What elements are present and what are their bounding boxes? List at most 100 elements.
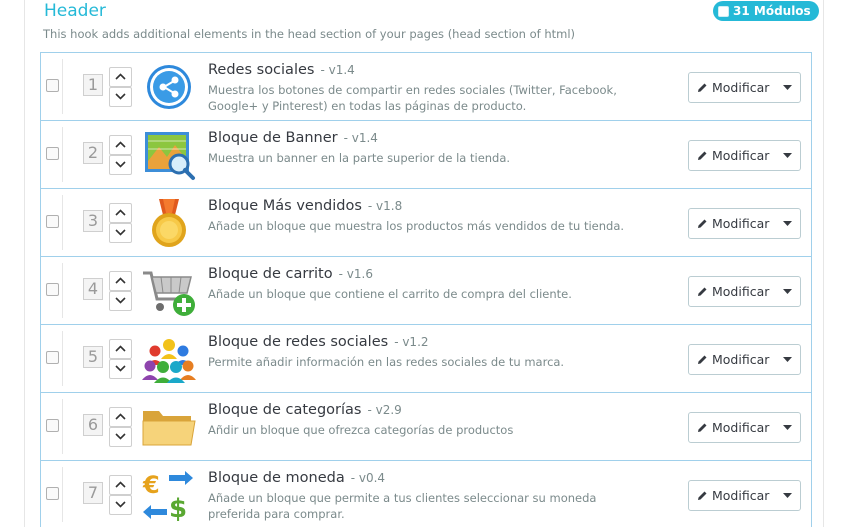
move-down-button[interactable] — [109, 87, 132, 107]
position-number: 6 — [83, 414, 103, 436]
move-down-button[interactable] — [109, 155, 132, 175]
module-checkbox[interactable] — [46, 283, 59, 296]
banner-icon — [145, 132, 195, 180]
folder-icon — [142, 411, 196, 446]
chevron-up-icon — [115, 481, 126, 488]
module-checkbox[interactable] — [46, 487, 59, 500]
chevron-up-icon — [115, 209, 126, 216]
module-checkbox[interactable] — [46, 79, 59, 92]
position-number: 7 — [83, 482, 103, 504]
modify-label: Modificar — [712, 352, 770, 367]
divider — [62, 59, 63, 114]
modify-button[interactable]: Modificar — [688, 412, 801, 443]
chevron-up-icon — [115, 413, 126, 420]
divider — [62, 195, 63, 250]
modify-main[interactable]: Modificar — [689, 284, 774, 299]
cart-icon — [143, 271, 195, 316]
module-name-text: Bloque de moneda — [208, 470, 345, 486]
module-version: - v1.6 — [338, 267, 373, 281]
modify-label: Modificar — [712, 488, 770, 503]
pencil-icon — [698, 83, 707, 92]
module-checkbox[interactable] — [46, 215, 59, 228]
module-checkbox[interactable] — [46, 419, 59, 432]
dropdown-toggle[interactable] — [774, 221, 800, 226]
module-row: 4 Bloque de carrito - v1.6 Añade un bloqu… — [41, 257, 811, 325]
module-name: Bloque de carrito - v1.6 — [208, 266, 373, 282]
pencil-icon — [698, 491, 707, 500]
move-down-button[interactable] — [109, 495, 132, 515]
position-number: 5 — [83, 346, 103, 368]
move-down-button[interactable] — [109, 223, 132, 243]
select-all-checkbox[interactable] — [718, 5, 729, 17]
module-name-text: Redes sociales — [208, 62, 315, 78]
move-down-button[interactable] — [109, 291, 132, 311]
pencil-icon — [698, 219, 707, 228]
modify-main[interactable]: Modificar — [689, 488, 774, 503]
dropdown-toggle[interactable] — [774, 289, 800, 294]
module-row: 5 Bloque de redes sociales - v1.2 Permite… — [41, 325, 811, 393]
hook-title: Header — [44, 1, 106, 21]
dropdown-toggle[interactable] — [774, 153, 800, 158]
modify-button[interactable]: Modificar — [688, 480, 801, 511]
chevron-down-icon — [115, 433, 126, 440]
currency-icon: € $ — [142, 471, 193, 521]
move-up-button[interactable] — [109, 135, 132, 155]
module-description: Añade un bloque que permite a tus client… — [208, 491, 597, 521]
module-name: Bloque de moneda - v0.4 — [208, 470, 385, 486]
modify-main[interactable]: Modificar — [689, 148, 774, 163]
module-description: Añade un bloque que contiene el carrito … — [208, 287, 572, 301]
move-down-button[interactable] — [109, 359, 132, 379]
module-name: Bloque Más vendidos - v1.8 — [208, 198, 402, 214]
modify-button[interactable]: Modificar — [688, 72, 801, 103]
move-up-button[interactable] — [109, 339, 132, 359]
modify-main[interactable]: Modificar — [689, 420, 774, 435]
module-version: - v2.9 — [367, 403, 402, 417]
module-row: 3 Bloque Más vendidos - v1.8 Añade un blo… — [41, 189, 811, 257]
people-icon — [142, 339, 196, 383]
module-name: Bloque de Banner - v1.4 — [208, 130, 378, 146]
module-name: Redes sociales - v1.4 — [208, 62, 355, 78]
dropdown-toggle[interactable] — [774, 357, 800, 362]
caret-down-icon — [782, 153, 792, 158]
share-icon — [147, 65, 191, 109]
dropdown-toggle[interactable] — [774, 425, 800, 430]
hook-description: This hook adds additional elements in th… — [43, 27, 576, 41]
pencil-icon — [698, 287, 707, 296]
chevron-down-icon — [115, 93, 126, 100]
move-up-button[interactable] — [109, 67, 132, 87]
modify-main[interactable]: Modificar — [689, 352, 774, 367]
dropdown-toggle[interactable] — [774, 85, 800, 90]
modify-button[interactable]: Modificar — [688, 344, 801, 375]
module-description: Permite añadir información en las redes … — [208, 355, 565, 369]
chevron-up-icon — [115, 73, 126, 80]
module-version: - v1.2 — [394, 335, 429, 349]
module-count-badge[interactable]: 31 Módulos — [713, 1, 819, 21]
modify-main[interactable]: Modificar — [689, 80, 774, 95]
move-up-button[interactable] — [109, 407, 132, 427]
module-name-text: Bloque de redes sociales — [208, 334, 389, 350]
modify-button[interactable]: Modificar — [688, 208, 801, 239]
modify-label: Modificar — [712, 284, 770, 299]
move-up-button[interactable] — [109, 203, 132, 223]
module-list: 1 Redes sociales - v1.4 Muestra los boton… — [40, 52, 812, 527]
move-up-button[interactable] — [109, 475, 132, 495]
caret-down-icon — [782, 493, 792, 498]
modify-button[interactable]: Modificar — [688, 140, 801, 171]
move-down-button[interactable] — [109, 427, 132, 447]
caret-down-icon — [782, 221, 792, 226]
modify-main[interactable]: Modificar — [689, 216, 774, 231]
module-count-label: 31 Módulos — [733, 4, 811, 18]
module-description: Añdir un bloque que ofrezca categorías d… — [208, 423, 514, 437]
module-version: - v1.4 — [320, 63, 355, 77]
module-name-text: Bloque de categorías — [208, 402, 362, 418]
chevron-down-icon — [115, 365, 126, 372]
move-up-button[interactable] — [109, 271, 132, 291]
chevron-up-icon — [115, 345, 126, 352]
svg-text:$: $ — [169, 494, 187, 521]
module-version: - v0.4 — [350, 471, 386, 485]
modify-button[interactable]: Modificar — [688, 276, 801, 307]
dropdown-toggle[interactable] — [774, 493, 800, 498]
module-checkbox[interactable] — [46, 147, 59, 160]
svg-text:€: € — [142, 471, 160, 499]
module-checkbox[interactable] — [46, 351, 59, 364]
